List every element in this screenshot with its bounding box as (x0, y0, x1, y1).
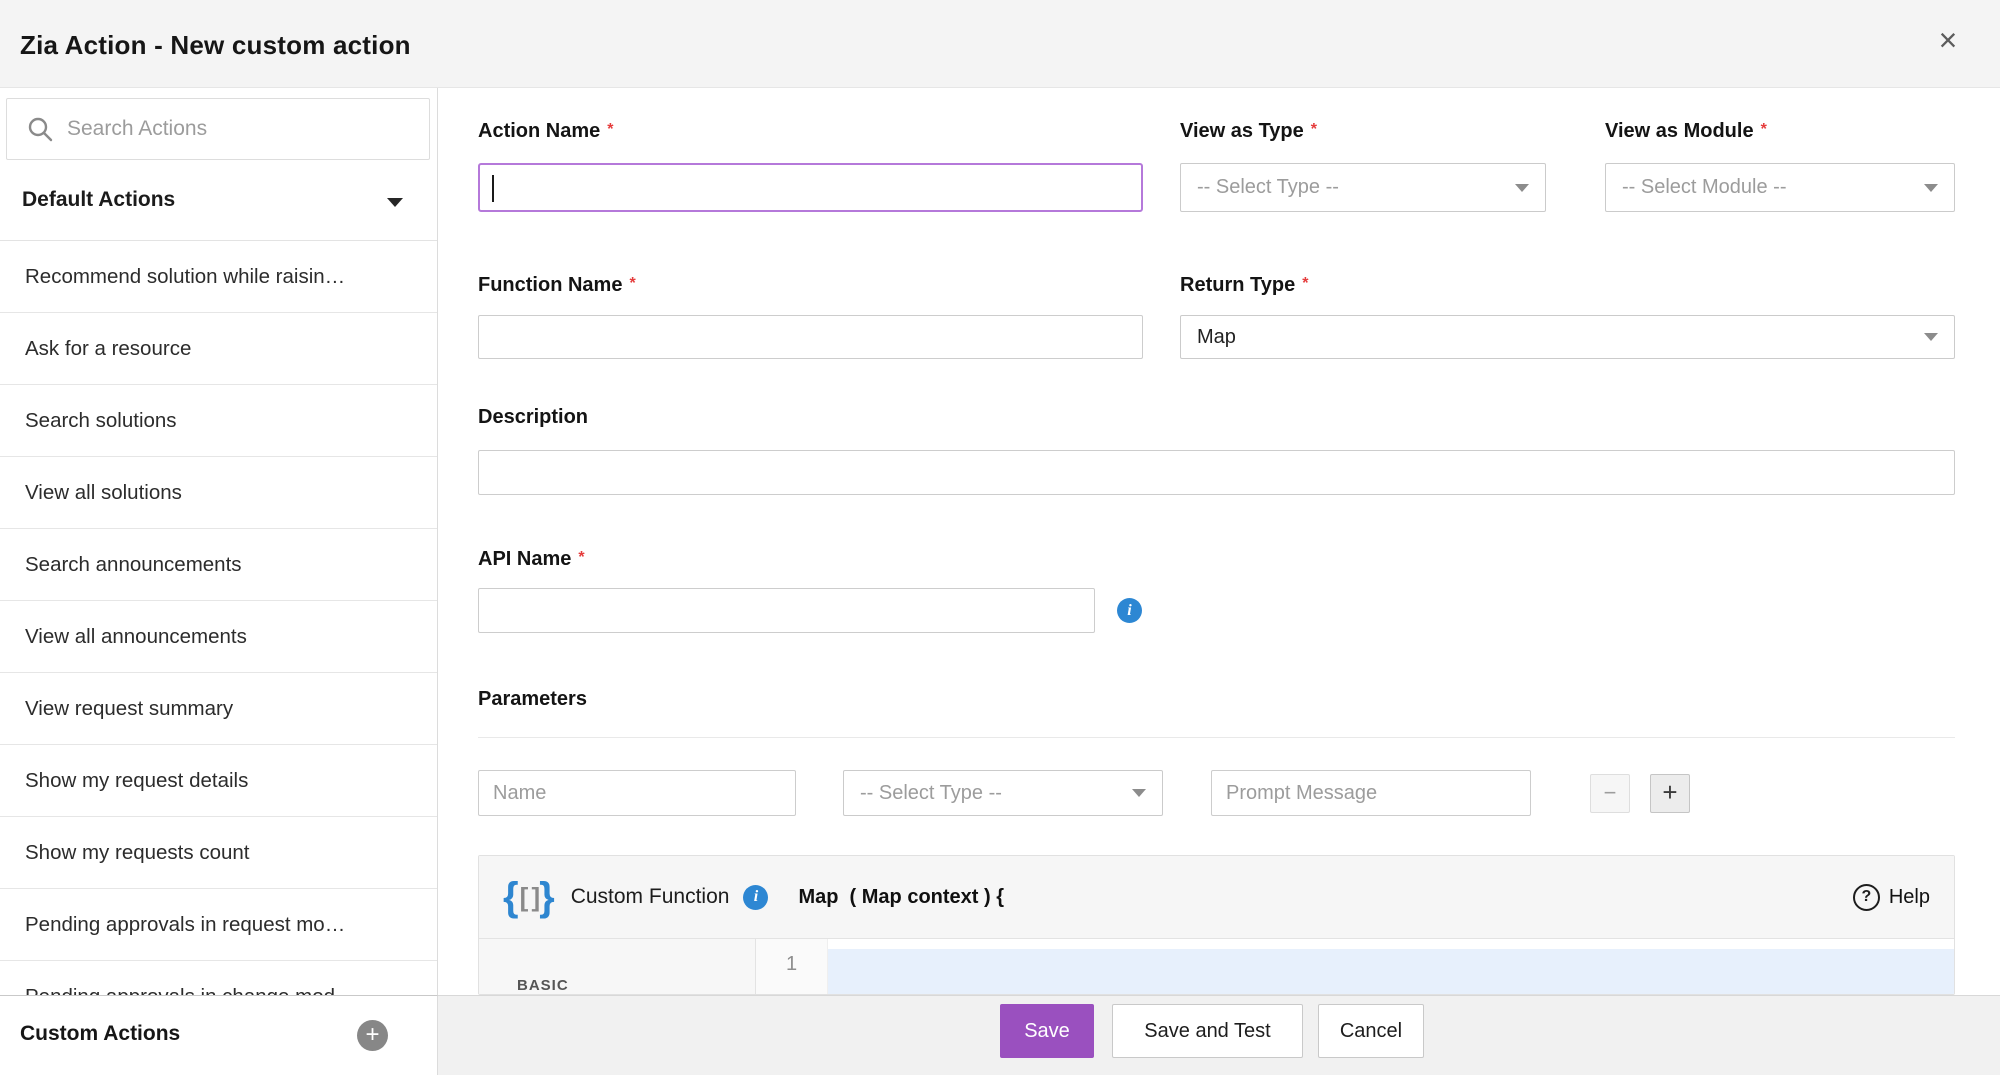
dialog-title: Zia Action - New custom action (20, 30, 411, 61)
sidebar: Default Actions Recommend solution while… (0, 88, 438, 995)
custom-function-panel: {[ ]} Custom Function i Map ( Map contex… (478, 855, 1955, 995)
param-type-select[interactable]: -- Select Type -- (843, 770, 1163, 816)
description-input[interactable] (478, 450, 1955, 495)
sidebar-footer: Custom Actions + (0, 995, 438, 1075)
sidebar-item[interactable]: Pending approvals in request mo… (0, 889, 437, 961)
sidebar-item[interactable]: Recommend solution while raisin… (0, 241, 437, 313)
chevron-down-icon (1515, 184, 1529, 192)
required-asterisk: * (607, 121, 613, 138)
required-asterisk: * (578, 549, 584, 566)
sidebar-item[interactable]: Show my request details (0, 745, 437, 817)
view-as-module-value: -- Select Module -- (1622, 176, 1914, 199)
search-icon (27, 116, 53, 142)
sidebar-item[interactable]: View request summary (0, 673, 437, 745)
save-button[interactable]: Save (1000, 1004, 1094, 1058)
api-name-label: API Name* (478, 548, 585, 571)
view-as-type-value: -- Select Type -- (1197, 176, 1505, 199)
description-label: Description (478, 406, 588, 429)
remove-parameter-button[interactable]: − (1590, 774, 1630, 813)
editor-palette-tab-basic[interactable]: BASIC (517, 977, 569, 994)
dialog-header: Zia Action - New custom action × (0, 0, 2000, 88)
cancel-button[interactable]: Cancel (1318, 1004, 1424, 1058)
text-cursor (492, 175, 494, 202)
sidebar-group-label: Default Actions (22, 188, 175, 212)
function-name-input[interactable] (478, 315, 1143, 359)
action-name-input[interactable] (478, 163, 1143, 212)
editor-palette: BASIC (479, 939, 756, 995)
search-input[interactable] (67, 117, 397, 141)
required-asterisk: * (1761, 121, 1767, 138)
plus-icon: + (365, 1021, 379, 1048)
code-editor[interactable] (828, 939, 1954, 995)
param-name-input[interactable] (478, 770, 796, 816)
required-asterisk: * (629, 275, 635, 292)
view-as-module-select[interactable]: -- Select Module -- (1605, 163, 1955, 212)
function-signature: Map ( Map context ) { (798, 886, 1004, 909)
view-as-module-label: View as Module* (1605, 120, 1767, 143)
help-button[interactable]: ? Help (1853, 884, 1930, 911)
required-asterisk: * (1302, 275, 1308, 292)
sidebar-item[interactable]: Search solutions (0, 385, 437, 457)
sidebar-item[interactable]: Show my requests count (0, 817, 437, 889)
view-as-type-select[interactable]: -- Select Type -- (1180, 163, 1546, 212)
add-custom-action-button[interactable]: + (357, 1020, 388, 1051)
help-icon: ? (1853, 884, 1880, 911)
sidebar-item[interactable]: Pending approvals in change mod (0, 961, 437, 995)
view-as-type-label: View as Type* (1180, 120, 1317, 143)
prompt-message-input[interactable] (1211, 770, 1531, 816)
return-type-label: Return Type* (1180, 274, 1308, 297)
chevron-down-icon (1132, 789, 1146, 797)
custom-function-icon: {[ ]} (503, 872, 555, 922)
chevron-down-icon (1924, 184, 1938, 192)
active-line-highlight (828, 949, 1954, 995)
close-icon[interactable]: × (1928, 20, 1968, 60)
action-name-label: Action Name* (478, 120, 613, 143)
save-and-test-button[interactable]: Save and Test (1112, 1004, 1303, 1058)
parameters-heading: Parameters (478, 688, 587, 711)
info-icon[interactable]: i (743, 885, 768, 910)
sidebar-item[interactable]: View all solutions (0, 457, 437, 529)
info-icon[interactable]: i (1117, 598, 1142, 623)
return-type-value: Map (1197, 326, 1914, 349)
api-name-input[interactable] (478, 588, 1095, 633)
sidebar-item[interactable]: View all announcements (0, 601, 437, 673)
chevron-down-icon (1924, 333, 1938, 341)
add-parameter-button[interactable]: + (1650, 774, 1690, 813)
zia-action-dialog: Zia Action - New custom action × Default… (0, 0, 2000, 1075)
dialog-footer: Save Save and Test Cancel (438, 995, 2000, 1075)
divider (478, 737, 1955, 738)
sidebar-action-list: Recommend solution while raisin…Ask for … (0, 241, 437, 995)
custom-actions-label: Custom Actions (20, 1022, 180, 1046)
search-actions-box (6, 98, 430, 160)
return-type-select[interactable]: Map (1180, 315, 1955, 359)
help-label: Help (1889, 886, 1930, 909)
custom-function-title: Custom Function (571, 885, 730, 909)
custom-function-header: {[ ]} Custom Function i Map ( Map contex… (479, 856, 1954, 939)
param-type-value: -- Select Type -- (860, 782, 1122, 805)
sidebar-group-default-actions[interactable]: Default Actions (0, 164, 437, 241)
editor-line-number: 1 (756, 939, 828, 995)
function-name-label: Function Name* (478, 274, 636, 297)
chevron-down-icon (387, 198, 403, 207)
sidebar-item[interactable]: Ask for a resource (0, 313, 437, 385)
required-asterisk: * (1311, 121, 1317, 138)
sidebar-item[interactable]: Search announcements (0, 529, 437, 601)
custom-function-body: BASIC 1 (479, 939, 1954, 995)
